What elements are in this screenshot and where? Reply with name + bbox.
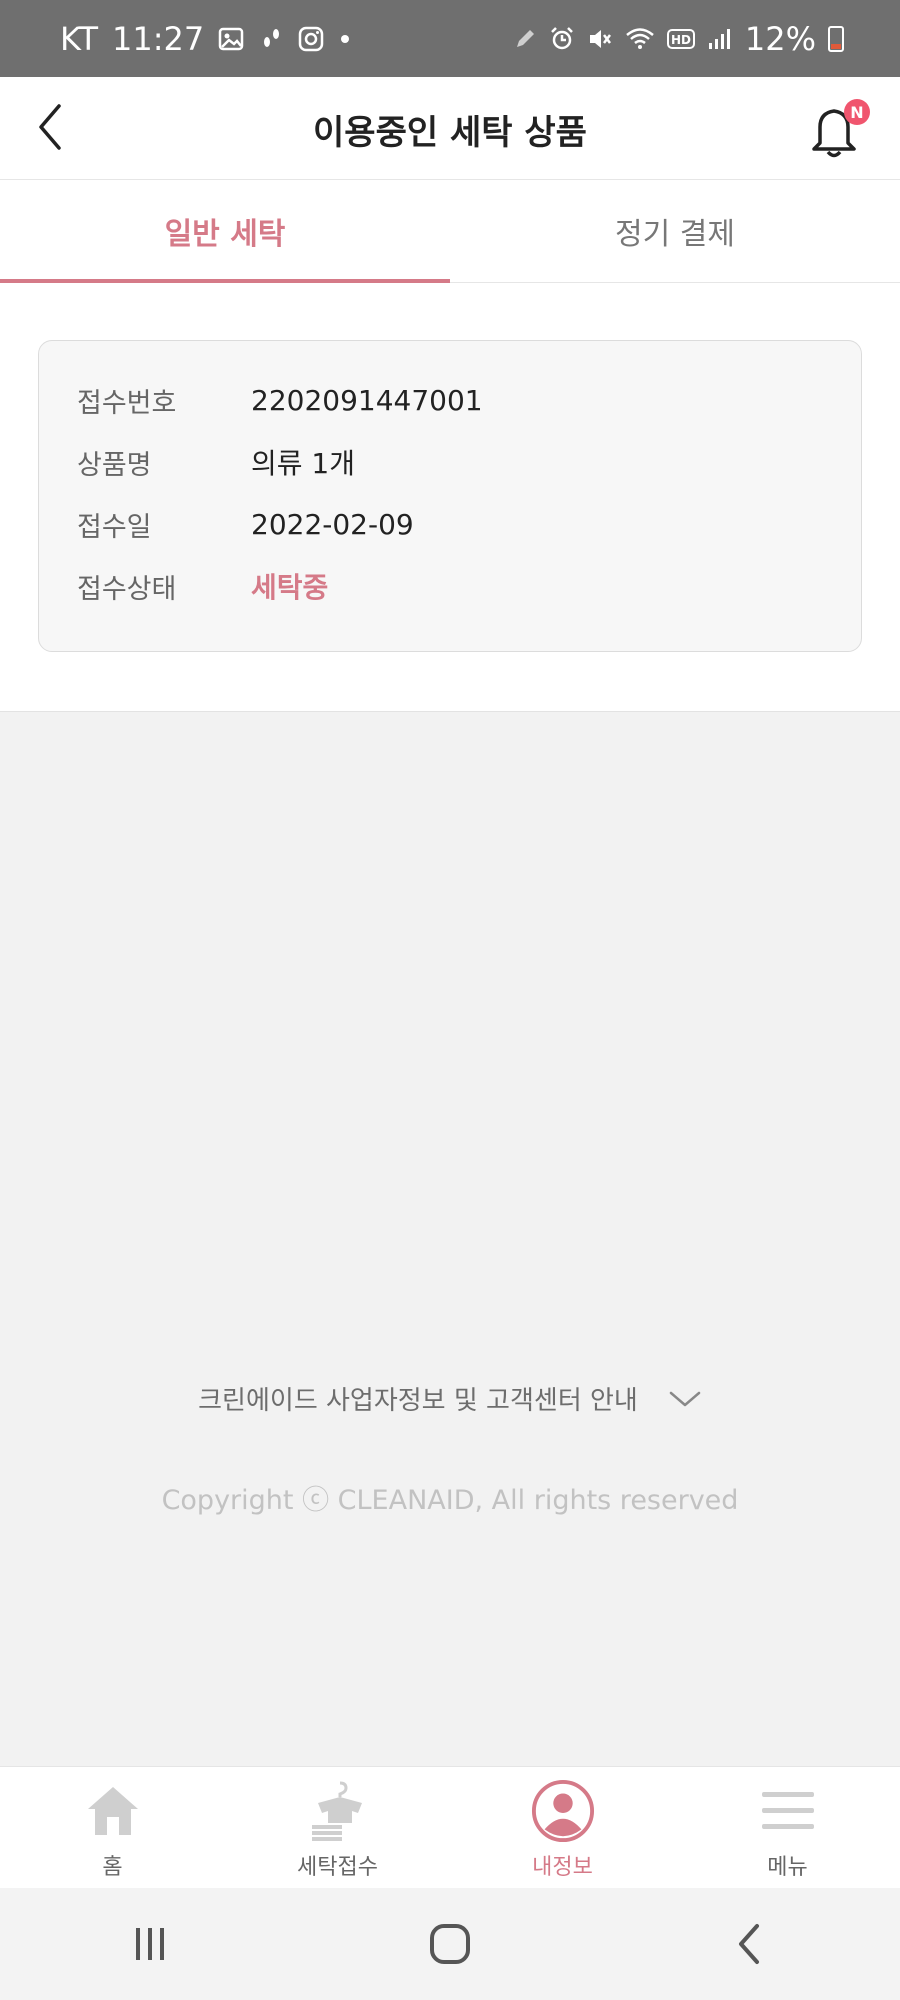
home-button[interactable] bbox=[400, 1904, 500, 1984]
nav-menu-label: 메뉴 bbox=[767, 1855, 808, 1880]
battery-percent: 12% bbox=[744, 19, 816, 58]
battery-icon bbox=[828, 25, 844, 52]
recent-apps-icon bbox=[136, 1928, 164, 1960]
app-header: 이용중인 세탁 상품 N bbox=[0, 77, 900, 180]
status-left: KT 11:27 bbox=[60, 20, 352, 58]
order-date-row: 접수일 2022-02-09 bbox=[77, 502, 414, 546]
business-info-text: 크린에이드 사업자정보 및 고객센터 안내 bbox=[198, 1386, 638, 1416]
order-card[interactable]: 접수번호 2202091447001 상품명 의류 1개 접수일 2022-02… bbox=[38, 340, 862, 652]
nav-laundry-order-label: 세탁접수 bbox=[297, 1855, 378, 1880]
order-status-value: 세탁중 bbox=[251, 571, 329, 604]
product-name-row: 상품명 의류 1개 bbox=[77, 440, 355, 484]
copyright: Copyright ⓒ CLEANAID, All rights reserve… bbox=[161, 1485, 739, 1516]
order-number-value: 2202091447001 bbox=[251, 383, 483, 417]
business-info-toggle[interactable]: 크린에이드 사업자정보 및 고객센터 안내 bbox=[0, 1380, 900, 1417]
image-icon bbox=[218, 26, 244, 52]
page-title: 이용중인 세탁 상품 bbox=[313, 113, 587, 153]
order-list: 접수번호 2202091447001 상품명 의류 1개 접수일 2022-02… bbox=[0, 283, 900, 712]
product-name-label: 상품명 bbox=[77, 449, 152, 481]
tab-bar: 일반 세탁 정기 결제 bbox=[0, 180, 900, 283]
dot-icon bbox=[338, 32, 352, 46]
system-nav-bar bbox=[0, 1888, 900, 2000]
carrier-label: KT bbox=[60, 19, 99, 58]
chevron-down-icon bbox=[669, 1391, 701, 1406]
order-date-value: 2022-02-09 bbox=[251, 507, 414, 541]
clock: 11:27 bbox=[112, 19, 205, 58]
tab-general-laundry[interactable]: 일반 세탁 bbox=[0, 180, 450, 283]
order-status-label: 접수상태 bbox=[77, 573, 177, 605]
nav-laundry-order[interactable]: 세탁접수 bbox=[225, 1767, 450, 1889]
status-right: HD 12% bbox=[513, 20, 844, 58]
wifi-icon bbox=[625, 26, 655, 52]
hd-icon: HD bbox=[666, 28, 695, 50]
profile-icon bbox=[531, 1779, 595, 1843]
back-arrow-icon bbox=[739, 1924, 759, 1964]
pen-icon bbox=[513, 27, 537, 51]
status-bar: KT 11:27 HD 12% bbox=[0, 0, 900, 77]
home-circle-icon bbox=[430, 1924, 470, 1964]
mute-icon bbox=[587, 26, 613, 52]
nav-my-info[interactable]: 내정보 bbox=[450, 1767, 675, 1889]
order-status-row: 접수상태 세탁중 bbox=[77, 564, 328, 608]
laundry-icon bbox=[306, 1779, 370, 1843]
order-number-row: 접수번호 2202091447001 bbox=[77, 378, 483, 422]
product-name-value: 의류 1개 bbox=[251, 447, 355, 480]
nav-home-label: 홈 bbox=[102, 1855, 123, 1880]
home-icon bbox=[81, 1779, 145, 1843]
system-back-button[interactable] bbox=[700, 1904, 800, 1984]
tab-subscription[interactable]: 정기 결제 bbox=[450, 180, 900, 282]
menu-icon bbox=[756, 1779, 820, 1843]
svg-text:HD: HD bbox=[671, 33, 691, 47]
nav-menu[interactable]: 메뉴 bbox=[675, 1767, 900, 1889]
bottom-nav: 홈 세탁접수 내정보 메뉴 bbox=[0, 1766, 900, 1889]
recent-apps-button[interactable] bbox=[100, 1904, 200, 1984]
notification-badge: N bbox=[844, 99, 870, 125]
nav-my-info-label: 내정보 bbox=[532, 1855, 593, 1880]
instagram-icon bbox=[298, 26, 324, 52]
order-number-label: 접수번호 bbox=[77, 387, 177, 419]
nav-home[interactable]: 홈 bbox=[0, 1767, 225, 1889]
footprint-icon bbox=[258, 26, 284, 52]
order-date-label: 접수일 bbox=[77, 511, 152, 543]
alarm-icon bbox=[549, 26, 575, 52]
notification-button[interactable]: N bbox=[810, 99, 870, 159]
signal-icon bbox=[707, 27, 733, 51]
